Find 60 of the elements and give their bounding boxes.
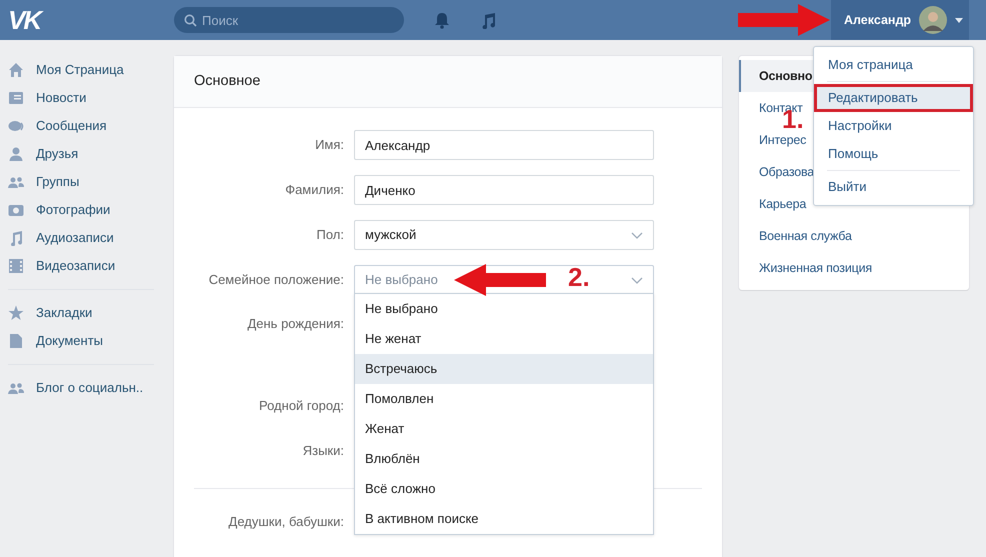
document-icon [8,333,24,349]
dropdown-option[interactable]: В активном поиске [355,504,653,534]
music-note-icon[interactable] [480,12,496,28]
field-label: Дедушки, бабушки: [228,513,344,532]
bell-icon[interactable] [434,12,450,28]
dropdown-option[interactable]: Всё сложно [355,474,653,504]
field-label: Родной город: [258,397,344,416]
people-icon [8,174,24,190]
field-label: Имя: [314,136,344,154]
chat-bubble-icon [8,118,24,134]
camera-icon [8,202,24,218]
sidebar-item[interactable]: Новости [8,84,154,112]
vk-logo[interactable]: VK [8,7,148,33]
dropdown-option[interactable]: Не женат [355,324,653,354]
house-icon [8,62,24,78]
card-title: Основное [194,72,260,91]
search-field[interactable]: Поиск [174,7,404,33]
menu-item[interactable]: Помощь [814,140,973,168]
search-icon [184,14,197,27]
field-label: Фамилия: [284,181,344,200]
annotation-number: 2. [568,264,590,290]
dropdown-option[interactable]: Женат [355,414,653,444]
person-icon [8,146,24,162]
star-icon [8,305,24,321]
sidebar-item[interactable]: Аудиозаписи [8,224,154,252]
dropdown-option[interactable]: Не выбрано [355,294,653,324]
people-icon [8,380,24,396]
dropdown-option[interactable]: Помолвлен [355,384,653,414]
caret-icon [955,18,964,22]
sidebar-item[interactable]: Друзья [8,140,154,168]
sidebar-item[interactable]: Моя Страница [8,56,154,84]
sidebar-item[interactable]: Блог о социальн.. [8,374,154,402]
sidebar-item[interactable]: Группы [8,168,154,196]
dropdown-option[interactable]: Встречаюсь [355,354,653,384]
newspaper-icon [8,90,24,106]
chevron-icon [631,232,643,238]
sidebar-item[interactable]: Фотографии [8,196,154,224]
sidebar-item[interactable]: Видеозаписи [8,252,154,280]
user-menu-button[interactable]: Александр [831,0,969,40]
section-menu-item[interactable]: Жизненная позиция [739,252,969,284]
music-note-icon [8,230,24,246]
text-field[interactable]: Диченко [354,175,654,205]
text-field[interactable]: Александр [354,130,654,160]
film-icon [8,258,24,274]
field-label: Пол: [316,226,344,244]
field-label: День рождения: [246,315,344,334]
field-label: Языки: [302,442,344,460]
section-menu-item[interactable]: Военная служба [739,220,969,252]
menu-item[interactable]: Редактировать [814,84,973,112]
dropdown-option[interactable]: Влюблён [355,444,653,474]
sidebar-item[interactable]: Сообщения [8,112,154,140]
chevron-icon [631,276,643,284]
sidebar-item[interactable]: Закладки [8,299,154,327]
field-label: Семейное положение: [208,271,344,290]
avatar [919,6,948,34]
menu-item[interactable]: Выйти [814,173,973,201]
menu-item[interactable]: Моя страница [814,51,973,79]
select-field[interactable]: мужской [354,220,654,250]
sidebar-item[interactable]: Документы [8,327,154,355]
menu-item[interactable]: Настройки [814,112,973,140]
